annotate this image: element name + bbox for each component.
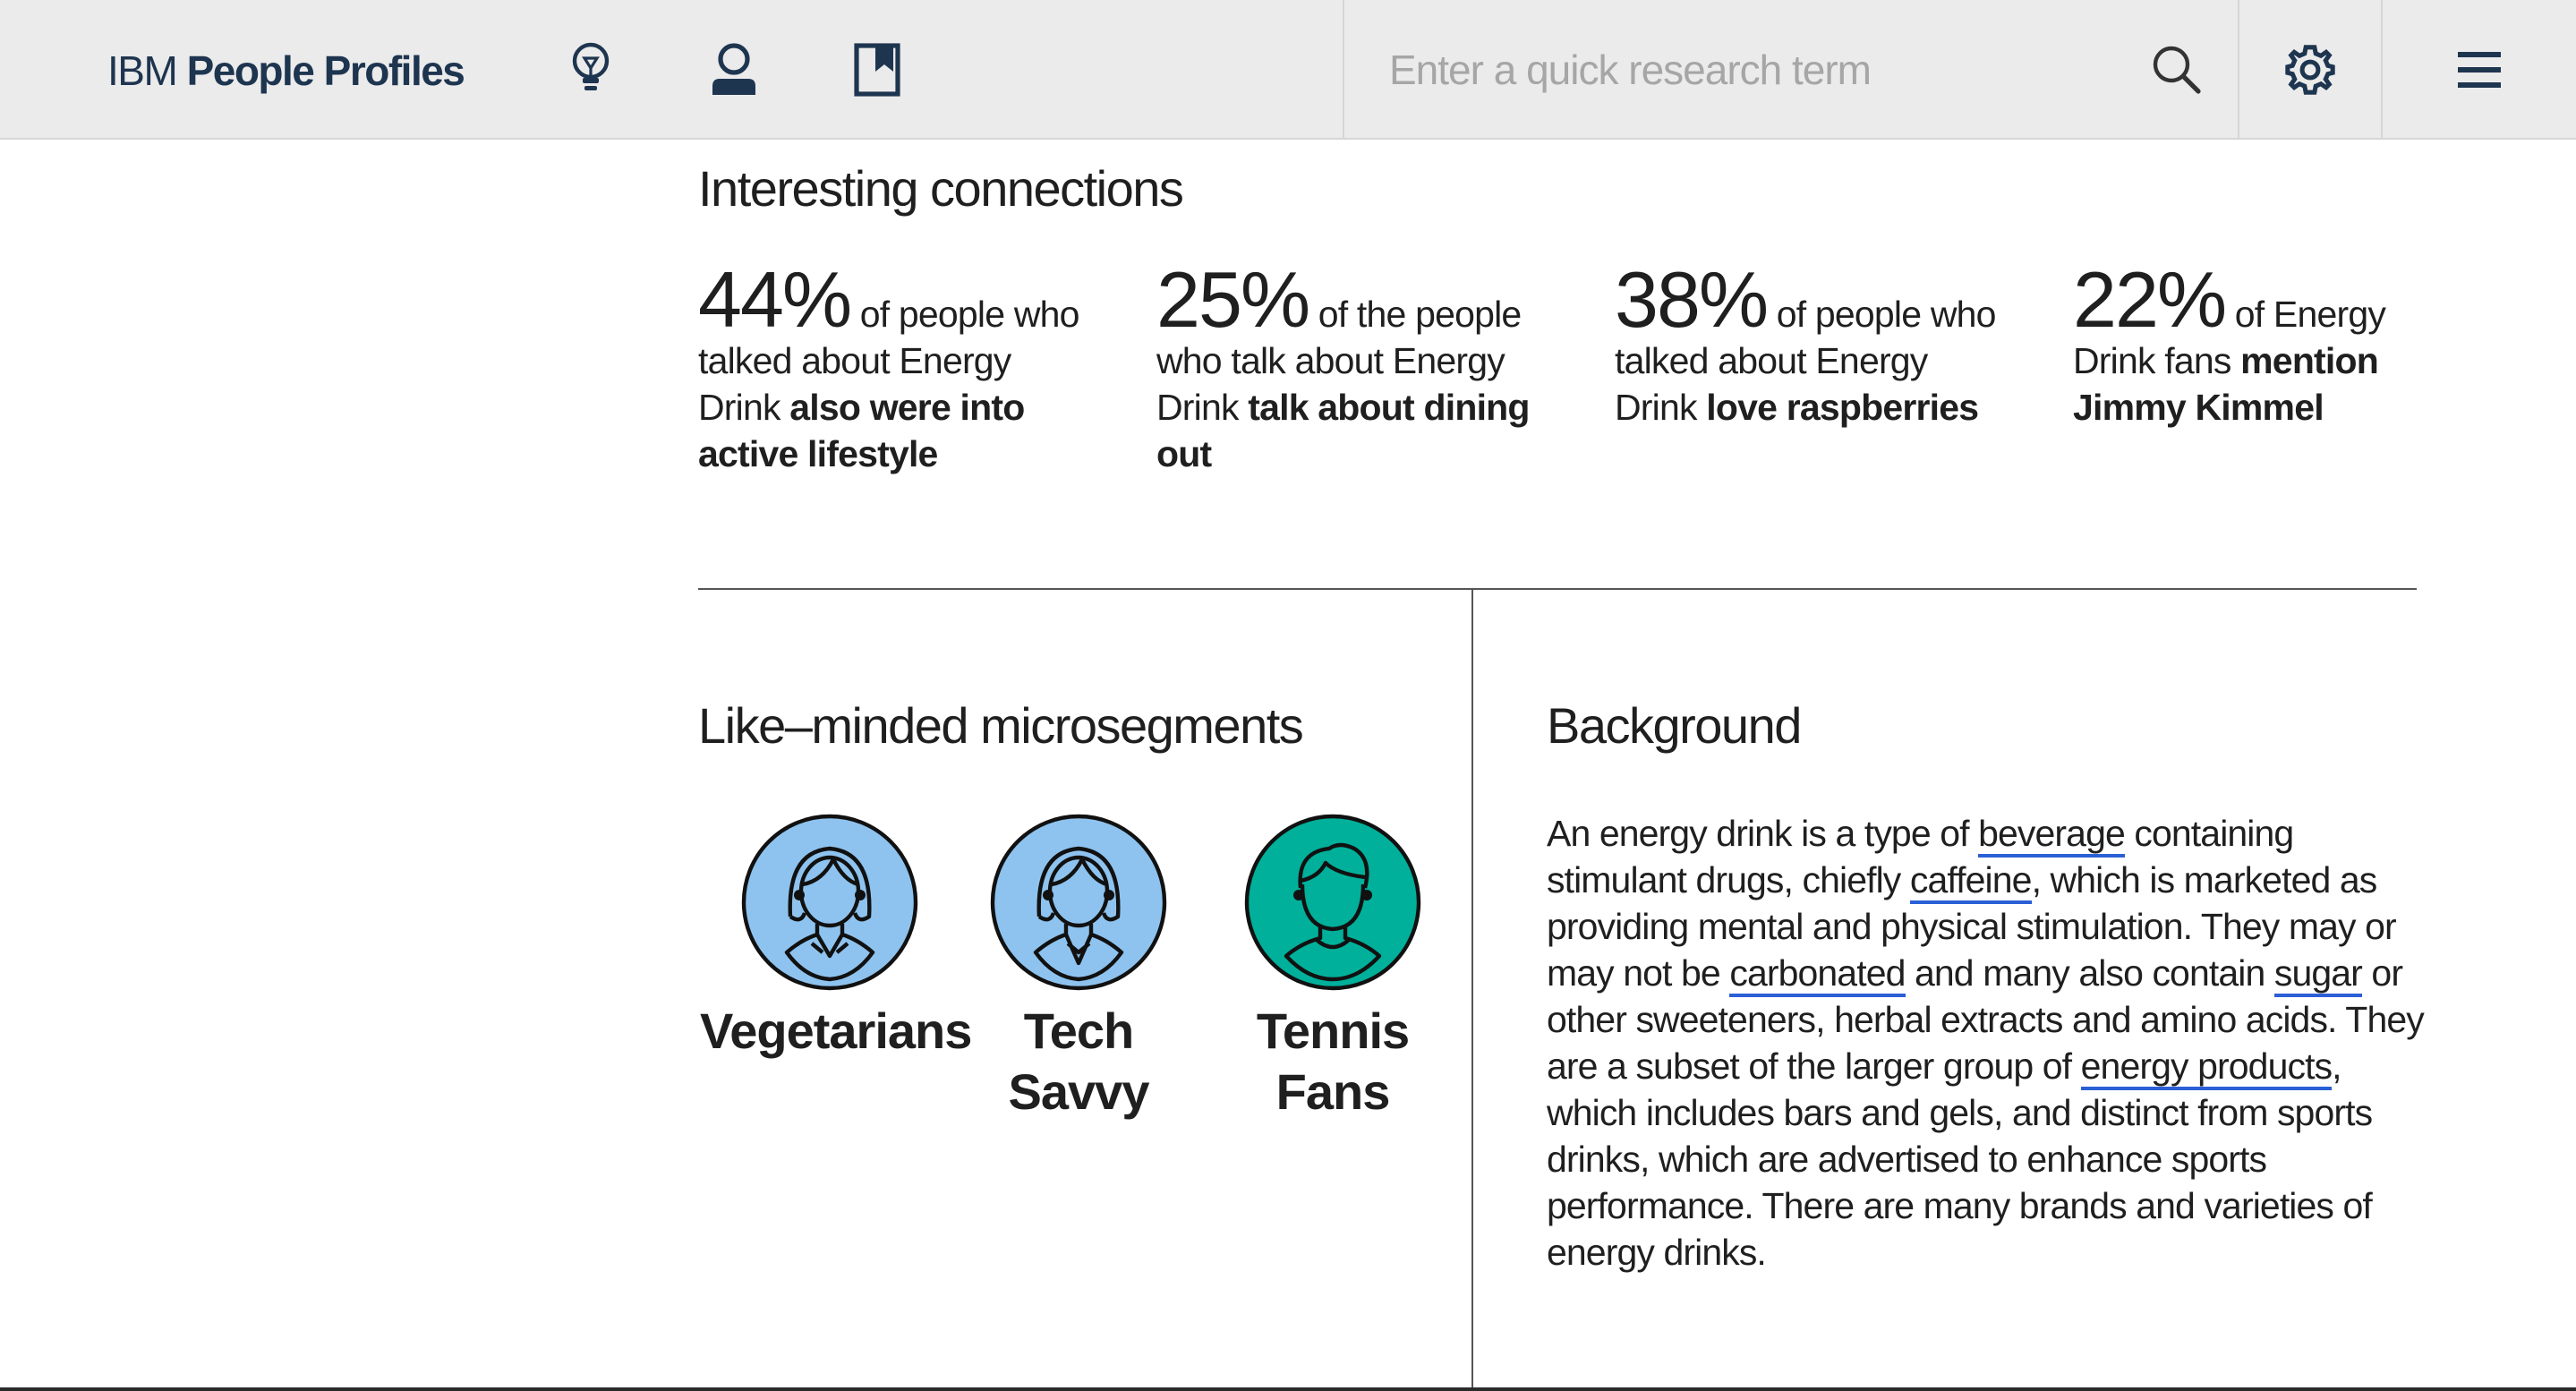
man-avatar-icon: [1244, 814, 1421, 991]
brand-logo[interactable]: IBM People Profiles: [107, 47, 465, 95]
lightbulb-icon[interactable]: [555, 34, 627, 106]
segment-label: Vegetarians: [700, 1003, 972, 1059]
background-title: Background: [1547, 697, 1802, 754]
bottom-border: [0, 1387, 2576, 1391]
stat-percentage: 25%: [1156, 255, 1310, 344]
user-icon[interactable]: [698, 34, 770, 106]
section-divider-horizontal: [698, 588, 2417, 590]
section-divider-vertical: [1471, 589, 1473, 1391]
segment-tech-savvy[interactable]: Tech Savvy: [949, 813, 1208, 1122]
segment-label: Tech Savvy: [1008, 1003, 1150, 1120]
hamburger-menu-icon[interactable]: [2381, 0, 2576, 140]
link-beverage[interactable]: beverage: [1978, 813, 2126, 858]
woman-avatar-icon: [741, 814, 918, 991]
brand-ibm: IBM: [107, 47, 178, 94]
segment-tennis-fans[interactable]: Tennis Fans: [1203, 813, 1463, 1122]
background-text: An energy drink is a type of: [1547, 813, 1979, 854]
gear-icon[interactable]: [2238, 0, 2381, 140]
segment-label: Tennis Fans: [1256, 1003, 1410, 1120]
top-navigation-bar: IBM People Profiles: [0, 0, 2576, 140]
background-text: and many also contain: [1905, 952, 2274, 994]
connection-stat: 22% of Energy Drink fans mention Jimmy K…: [2073, 260, 2458, 431]
background-description: An energy drink is a type of beverage co…: [1547, 810, 2425, 1276]
link-energy-products[interactable]: energy products: [2080, 1045, 2333, 1090]
bookmark-icon[interactable]: [841, 34, 913, 106]
segment-vegetarians[interactable]: Vegetarians: [700, 813, 972, 1062]
stat-percentage: 22%: [2073, 255, 2227, 344]
connection-stat: 44% of people who talked about Energy Dr…: [698, 260, 1083, 477]
microsegments-title: Like–minded microsegments: [698, 697, 1304, 754]
search-icon[interactable]: [2141, 34, 2213, 106]
connection-stat: 38% of people who talked about Energy Dr…: [1615, 260, 2000, 431]
search-input[interactable]: [1389, 36, 2123, 104]
link-carbonated[interactable]: carbonated: [1729, 952, 1906, 997]
link-caffeine[interactable]: caffeine: [1909, 859, 2032, 904]
woman-avatar-icon: [990, 814, 1167, 991]
brand-product-name: People Profiles: [186, 47, 465, 94]
interesting-connections-title: Interesting connections: [698, 160, 1184, 217]
search-bar: [1343, 0, 2238, 140]
link-sugar[interactable]: sugar: [2273, 952, 2363, 997]
stat-percentage: 44%: [698, 255, 852, 344]
stat-highlight: love raspberries: [1706, 387, 1979, 428]
stat-percentage: 38%: [1615, 255, 1769, 344]
connection-stat: 25% of the people who talk about Energy …: [1156, 260, 1541, 477]
